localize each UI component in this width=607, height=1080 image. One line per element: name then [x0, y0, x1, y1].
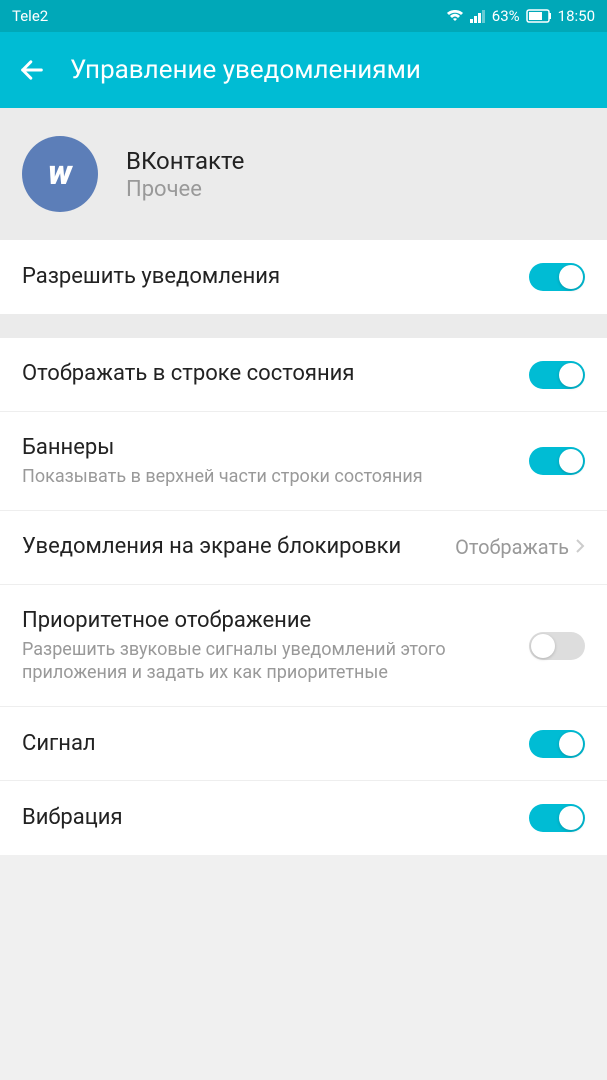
setting-title: Вибрация — [22, 804, 513, 833]
wifi-icon — [446, 9, 464, 23]
battery-percent: 63% — [492, 7, 520, 25]
app-category: Прочее — [126, 177, 244, 202]
priority-toggle[interactable] — [529, 632, 585, 660]
settings-list: Отображать в строке состояния Баннеры По… — [0, 338, 607, 855]
setting-title: Разрешить уведомления — [22, 263, 513, 292]
setting-title: Сигнал — [22, 730, 513, 759]
app-name: ВКонтакте — [126, 147, 244, 175]
page-title: Управление уведомлениями — [70, 55, 421, 85]
setting-title: Отображать в строке состояния — [22, 360, 513, 389]
header: Управление уведомлениями — [0, 32, 607, 108]
lock-screen-row[interactable]: Уведомления на экране блокировки Отображ… — [0, 511, 607, 585]
app-icon: w — [22, 136, 98, 212]
chevron-right-icon — [575, 535, 585, 559]
settings-list: Разрешить уведомления — [0, 240, 607, 314]
battery-icon — [526, 9, 552, 23]
back-button[interactable] — [18, 56, 46, 84]
sound-row[interactable]: Сигнал — [0, 707, 607, 781]
carrier-label: Tele2 — [12, 7, 48, 25]
setting-title: Приоритетное отображение — [22, 607, 513, 636]
setting-title: Баннеры — [22, 434, 513, 463]
setting-title: Уведомления на экране блокировки — [22, 533, 439, 562]
allow-notifications-toggle[interactable] — [529, 263, 585, 291]
separator — [0, 314, 607, 338]
setting-subtitle: Показывать в верхней части строки состоя… — [22, 465, 513, 488]
allow-notifications-row[interactable]: Разрешить уведомления — [0, 240, 607, 314]
app-info-section: w ВКонтакте Прочее — [0, 108, 607, 240]
svg-text:w: w — [48, 153, 73, 193]
priority-row[interactable]: Приоритетное отображение Разрешить звуко… — [0, 585, 607, 707]
status-bar: Tele2 63% 18:50 — [0, 0, 607, 32]
sound-toggle[interactable] — [529, 730, 585, 758]
status-bar-toggle[interactable] — [529, 361, 585, 389]
vibration-row[interactable]: Вибрация — [0, 781, 607, 855]
banners-toggle[interactable] — [529, 447, 585, 475]
time-label: 18:50 — [558, 7, 595, 25]
status-bar-row[interactable]: Отображать в строке состояния — [0, 338, 607, 412]
lock-screen-value: Отображать — [455, 535, 569, 559]
setting-subtitle: Разрешить звуковые сигналы уведомлений э… — [22, 638, 513, 685]
signal-icon — [470, 9, 486, 23]
vibration-toggle[interactable] — [529, 804, 585, 832]
banners-row[interactable]: Баннеры Показывать в верхней части строк… — [0, 412, 607, 511]
